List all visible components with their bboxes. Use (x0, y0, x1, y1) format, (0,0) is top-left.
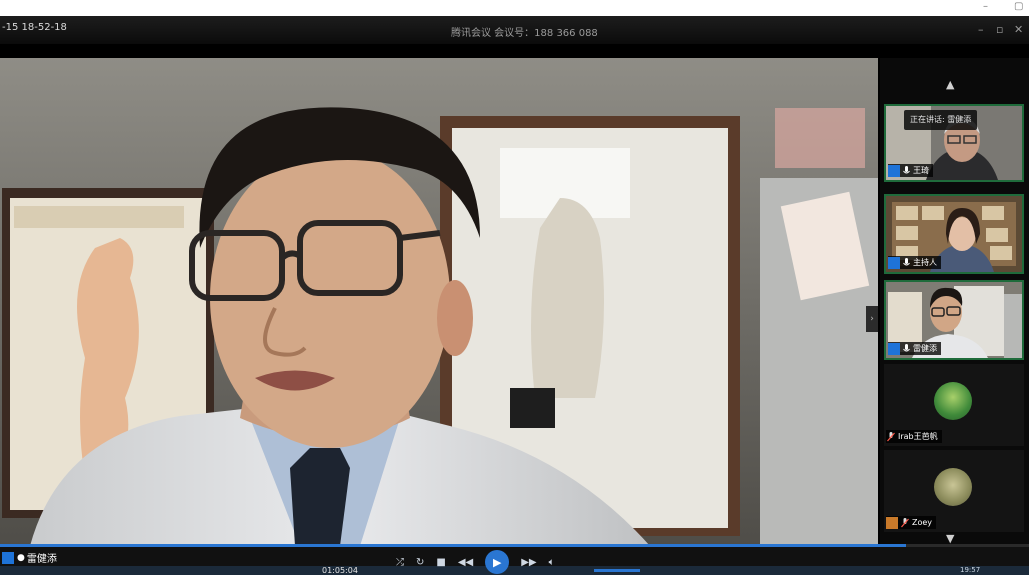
person-icon (888, 164, 900, 177)
participant-tile-irab[interactable]: Irab王芭帆 (884, 364, 1024, 446)
participant-tile-host[interactable]: 主持人 (884, 194, 1024, 274)
participant-name: 主持人 (913, 258, 937, 267)
meeting-title-bar: -15 18-52-18 腾讯会议 会议号：188 366 088 – ▫ ✕ (0, 16, 1029, 44)
participant-label: 雷健添 (888, 342, 941, 355)
participant-label: Zoey (886, 516, 937, 529)
scroll-up-icon[interactable]: ▲ (946, 78, 954, 91)
person-icon (888, 256, 900, 269)
participant-label: 王琦 (888, 164, 933, 177)
play-icon[interactable]: ▶ (485, 550, 510, 574)
speaking-indicator: 正在讲话: 雷健添 (904, 110, 978, 130)
person-icon (886, 516, 898, 529)
speaker-video-frame (0, 58, 878, 546)
participant-name: Zoey (912, 518, 933, 527)
meeting-close-button[interactable]: ✕ (1014, 23, 1023, 36)
meeting-title: 腾讯会议 会议号：188 366 088 (451, 28, 598, 39)
participant-avatar (934, 468, 972, 506)
volume-icon[interactable]: 🔈︎ (549, 557, 555, 568)
meeting-minimize-button[interactable]: – (978, 23, 984, 36)
stop-icon[interactable]: ■ (436, 557, 445, 568)
participant-name: 王琦 (913, 166, 929, 175)
collapse-sidebar-icon[interactable]: › (866, 306, 878, 332)
shuffle-icon[interactable]: ⤮ (396, 557, 404, 568)
next-icon[interactable]: ▶▶ (521, 557, 536, 568)
meeting-recording-app: -15 18-52-18 腾讯会议 会议号：188 366 088 – ▫ ✕ (0, 16, 1029, 575)
volume-slider[interactable] (594, 569, 640, 572)
minimize-button[interactable]: – (983, 0, 988, 14)
participant-label: Irab王芭帆 (886, 430, 942, 443)
participant-label: 主持人 (888, 256, 941, 269)
meeting-restore-button[interactable]: ▫ (996, 23, 1003, 36)
participant-name: Irab王芭帆 (898, 432, 938, 441)
elapsed-time: 01:05:04 (322, 566, 358, 575)
recording-timestamp: -15 18-52-18 (2, 22, 67, 33)
participant-avatar (934, 382, 972, 420)
person-icon (888, 342, 900, 355)
person-icon (2, 551, 14, 564)
participant-tile-zoey[interactable]: Zoey (884, 450, 1024, 532)
participant-tile-leijiantian[interactable]: 雷健添 (884, 280, 1024, 360)
system-clock: 19:57 (960, 566, 981, 574)
microphone-muted-icon (887, 431, 895, 441)
microphone-icon (903, 257, 910, 265)
microphone-muted-icon (901, 517, 909, 527)
necktie (290, 448, 350, 546)
maximize-button[interactable]: ▢ (1014, 0, 1023, 14)
main-speaker-video (0, 58, 878, 546)
microphone-icon (903, 165, 910, 173)
current-speaker: ● 雷健添 (2, 550, 57, 565)
participant-name: 雷健添 (913, 344, 937, 353)
microphone-icon: ● (17, 552, 25, 563)
outer-window-titlebar: – ▢ (0, 0, 1029, 16)
microphone-icon (903, 343, 910, 351)
loop-icon[interactable]: ↻ (416, 557, 424, 568)
playback-controls: ⤮ ↻ ■ ◀◀ ▶ ▶▶ 🔈︎ (396, 550, 555, 574)
participants-panel: ▲ 王琦 正在讲话: 雷健添 主持人 雷健添 Irab王芭帆 Zoey ▼ (880, 58, 1029, 546)
prev-icon[interactable]: ◀◀ (458, 557, 473, 568)
current-speaker-name: 雷健添 (26, 554, 57, 565)
